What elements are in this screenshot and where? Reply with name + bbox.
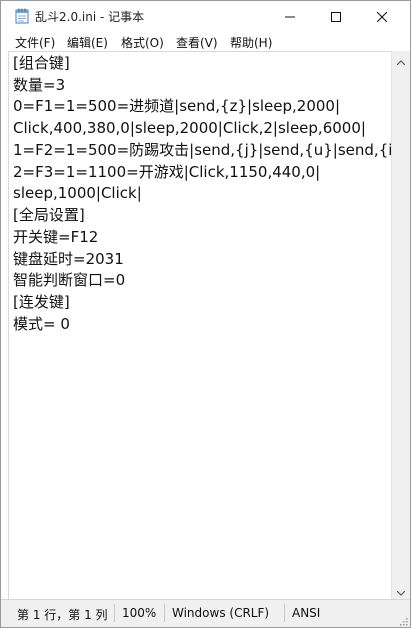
status-cursor-position: 第 1 行，第 1 列 <box>17 608 108 622</box>
editor-line: 模式= 0 <box>13 315 70 333</box>
editor-line: 1=F2=1=500=防踢攻击|send,{j}|send,{u}|send,{… <box>13 141 391 159</box>
window-title: 乱斗2.0.ini - 记事本 <box>35 10 145 24</box>
status-divider <box>284 604 285 622</box>
scroll-down-button[interactable] <box>392 582 410 599</box>
status-bar: 第 1 行，第 1 列 100% Windows (CRLF) ANSI <box>1 599 410 627</box>
editor-line: 开关键=F12 <box>13 228 99 246</box>
scroll-up-button[interactable] <box>392 51 410 68</box>
status-divider <box>164 604 165 622</box>
close-button[interactable] <box>359 1 405 32</box>
editor-line: 0=F1=1=500=进频道|send,{z}|sleep,2000| <box>13 97 341 115</box>
menu-bar: 文件(F) 编辑(E) 格式(O) 查看(V) 帮助(H) <box>1 32 410 51</box>
notepad-window: 乱斗2.0.ini - 记事本 文件(F) 编辑(E) 格式(O) 查看(V) <box>0 0 411 628</box>
editor-line: [组合键] <box>13 54 70 72</box>
maximize-button[interactable] <box>313 1 359 32</box>
chevron-up-icon <box>396 50 406 69</box>
menu-format[interactable]: 格式(O) <box>121 34 164 51</box>
editor-line: [全局设置] <box>13 206 85 224</box>
editor-line: 智能判断窗口=0 <box>13 271 126 289</box>
editor-line: 2=F3=1=1100=开游戏|Click,1150,440,0| <box>13 163 321 181</box>
editor-line: 数量=3 <box>13 76 66 94</box>
close-icon <box>376 7 388 26</box>
menu-file[interactable]: 文件(F) <box>15 34 55 51</box>
status-divider <box>114 604 115 622</box>
notepad-icon <box>15 8 29 24</box>
chevron-down-icon <box>396 581 406 600</box>
minimize-button[interactable] <box>267 1 313 32</box>
editor-line: Click,400,380,0|sleep,2000|Click,2|sleep… <box>13 119 366 137</box>
menu-edit[interactable]: 编辑(E) <box>67 34 108 51</box>
vertical-scrollbar[interactable] <box>391 51 410 599</box>
editor-line: sleep,1000|Click| <box>13 184 142 202</box>
status-line-ending: Windows (CRLF) <box>172 606 270 620</box>
status-zoom: 100% <box>122 606 157 620</box>
resize-grip-icon[interactable] <box>398 615 408 626</box>
background-window-edge <box>1 53 7 601</box>
editor-line: 键盘延时=2031 <box>13 250 124 268</box>
editor-line: [连发键] <box>13 293 70 311</box>
menu-view[interactable]: 查看(V) <box>176 34 218 51</box>
maximize-icon <box>331 7 341 26</box>
title-bar[interactable]: 乱斗2.0.ini - 记事本 <box>1 1 410 32</box>
status-encoding: ANSI <box>292 606 321 620</box>
text-editor[interactable]: [组合键] 数量=3 0=F1=1=500=进频道|send,{z}|sleep… <box>8 51 391 599</box>
menu-help[interactable]: 帮助(H) <box>230 34 272 51</box>
minimize-icon <box>285 7 295 26</box>
